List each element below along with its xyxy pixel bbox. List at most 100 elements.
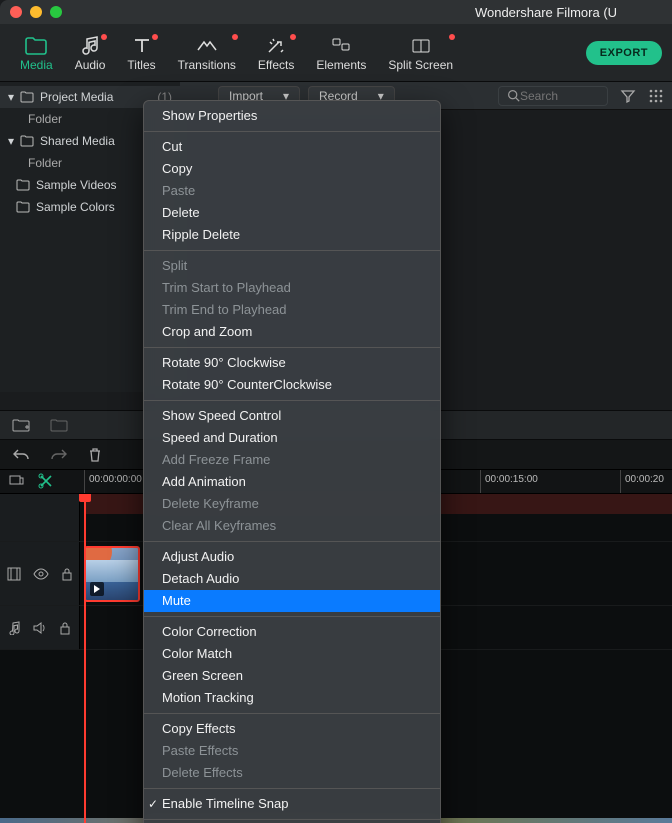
play-icon — [90, 582, 104, 596]
menu-item-label: Rotate 90° CounterClockwise — [162, 376, 332, 394]
menu-item-label: Trim Start to Playhead — [162, 279, 291, 297]
menu-item-color-correction[interactable]: Color Correction — [144, 621, 440, 643]
chevron-down-icon: ▾ — [8, 90, 14, 104]
menu-item-label: Clear All Keyframes — [162, 517, 276, 535]
menu-item-label: Cut — [162, 138, 182, 156]
ruler-tick: 00:00:00:00 — [84, 470, 142, 493]
menu-item-show-properties[interactable]: Show Properties — [144, 105, 440, 127]
tab-effects[interactable]: Effects — [248, 30, 304, 76]
undo-icon[interactable] — [12, 448, 30, 462]
menu-item-motion-tracking[interactable]: Motion Tracking — [144, 687, 440, 709]
track-head-audio — [0, 606, 80, 649]
tab-label: Split Screen — [388, 58, 453, 72]
search-input[interactable] — [520, 89, 600, 103]
menu-item-mute[interactable]: Mute — [144, 590, 440, 612]
check-icon: ✓ — [148, 795, 162, 813]
razor-icon[interactable] — [38, 473, 54, 489]
menu-item-label: Delete — [162, 204, 200, 222]
menu-item-label: Copy Effects — [162, 720, 235, 738]
menu-item-delete-effects: Delete Effects — [144, 762, 440, 784]
search-box[interactable] — [498, 86, 608, 106]
menu-item-rotate-90-counterclockwise[interactable]: Rotate 90° CounterClockwise — [144, 374, 440, 396]
menu-item-cut[interactable]: Cut — [144, 136, 440, 158]
folder-icon — [20, 91, 34, 103]
tab-elements[interactable]: Elements — [306, 30, 376, 76]
menu-item-adjust-audio[interactable]: Adjust Audio — [144, 546, 440, 568]
lock-icon[interactable] — [59, 621, 71, 635]
menu-item-detach-audio[interactable]: Detach Audio — [144, 568, 440, 590]
folder-icon — [20, 135, 34, 147]
tab-transitions[interactable]: Transitions — [168, 30, 246, 76]
window-titlebar: Wondershare Filmora (U — [0, 0, 672, 24]
tab-label: Transitions — [178, 58, 236, 72]
tab-splitscreen[interactable]: Split Screen — [378, 30, 463, 76]
tab-label: Media — [20, 58, 53, 72]
playhead[interactable] — [84, 494, 86, 823]
redo-icon[interactable] — [50, 448, 68, 462]
menu-item-copy-effects[interactable]: Copy Effects — [144, 718, 440, 740]
menu-item-label: Trim End to Playhead — [162, 301, 287, 319]
close-window-button[interactable] — [10, 6, 22, 18]
timeline-clip[interactable] — [84, 546, 140, 602]
menu-item-label: Mute — [162, 592, 191, 610]
menu-item-color-match[interactable]: Color Match — [144, 643, 440, 665]
export-button[interactable]: EXPORT — [586, 41, 662, 65]
menu-item-label: Green Screen — [162, 667, 243, 685]
zoom-window-button[interactable] — [50, 6, 62, 18]
menu-item-label: Ripple Delete — [162, 226, 240, 244]
menu-item-delete[interactable]: Delete — [144, 202, 440, 224]
tab-label: Audio — [75, 58, 106, 72]
menu-item-label: Crop and Zoom — [162, 323, 252, 341]
film-icon[interactable] — [7, 567, 21, 581]
search-icon — [507, 89, 520, 102]
music-note-icon — [79, 34, 101, 58]
menu-item-add-animation[interactable]: Add Animation — [144, 471, 440, 493]
menu-item-label: Paste Effects — [162, 742, 238, 760]
menu-item-add-freeze-frame: Add Freeze Frame — [144, 449, 440, 471]
minimize-window-button[interactable] — [30, 6, 42, 18]
menu-item-rotate-90-clockwise[interactable]: Rotate 90° Clockwise — [144, 352, 440, 374]
tree-label: Project Media — [40, 90, 113, 104]
menu-item-label: Enable Timeline Snap — [162, 795, 288, 813]
lock-icon[interactable] — [61, 567, 73, 581]
menu-item-speed-and-duration[interactable]: Speed and Duration — [144, 427, 440, 449]
tab-audio[interactable]: Audio — [65, 30, 116, 76]
menu-item-label: Show Speed Control — [162, 407, 281, 425]
menu-item-label: Detach Audio — [162, 570, 239, 588]
window-controls — [0, 6, 62, 18]
filter-icon[interactable] — [620, 88, 636, 104]
menu-item-label: Rotate 90° Clockwise — [162, 354, 286, 372]
tab-media[interactable]: Media — [10, 30, 63, 76]
folder-icon — [25, 34, 47, 58]
tab-label: Effects — [258, 58, 294, 72]
menu-item-copy[interactable]: Copy — [144, 158, 440, 180]
new-folder-icon[interactable] — [12, 418, 30, 432]
menu-item-label: Motion Tracking — [162, 689, 254, 707]
menu-item-label: Split — [162, 257, 187, 275]
tab-titles[interactable]: Titles — [117, 30, 165, 76]
menu-item-label: Delete Keyframe — [162, 495, 259, 513]
menu-item-show-speed-control[interactable]: Show Speed Control — [144, 405, 440, 427]
menu-item-paste: Paste — [144, 180, 440, 202]
menu-item-trim-start-to-playhead: Trim Start to Playhead — [144, 277, 440, 299]
grid-view-icon[interactable] — [648, 88, 664, 104]
tab-label: Elements — [316, 58, 366, 72]
marker-icon[interactable] — [8, 473, 24, 489]
eye-icon[interactable] — [33, 568, 49, 580]
menu-item-label: Show Properties — [162, 107, 257, 125]
trash-icon[interactable] — [88, 447, 102, 463]
music-note-icon[interactable] — [9, 621, 21, 635]
speaker-icon[interactable] — [33, 622, 47, 634]
menu-item-label: Color Match — [162, 645, 232, 663]
tab-label: Titles — [127, 58, 155, 72]
menu-item-enable-timeline-snap[interactable]: ✓Enable Timeline Snap — [144, 793, 440, 815]
menu-item-green-screen[interactable]: Green Screen — [144, 665, 440, 687]
menu-item-crop-and-zoom[interactable]: Crop and Zoom — [144, 321, 440, 343]
menu-item-label: Delete Effects — [162, 764, 243, 782]
menu-item-ripple-delete[interactable]: Ripple Delete — [144, 224, 440, 246]
folder-icon[interactable] — [50, 418, 68, 432]
menu-item-label: Color Correction — [162, 623, 257, 641]
ruler-tick: 00:00:20 — [620, 470, 664, 493]
splitscreen-icon — [410, 34, 432, 58]
tree-label: Shared Media — [40, 134, 115, 148]
